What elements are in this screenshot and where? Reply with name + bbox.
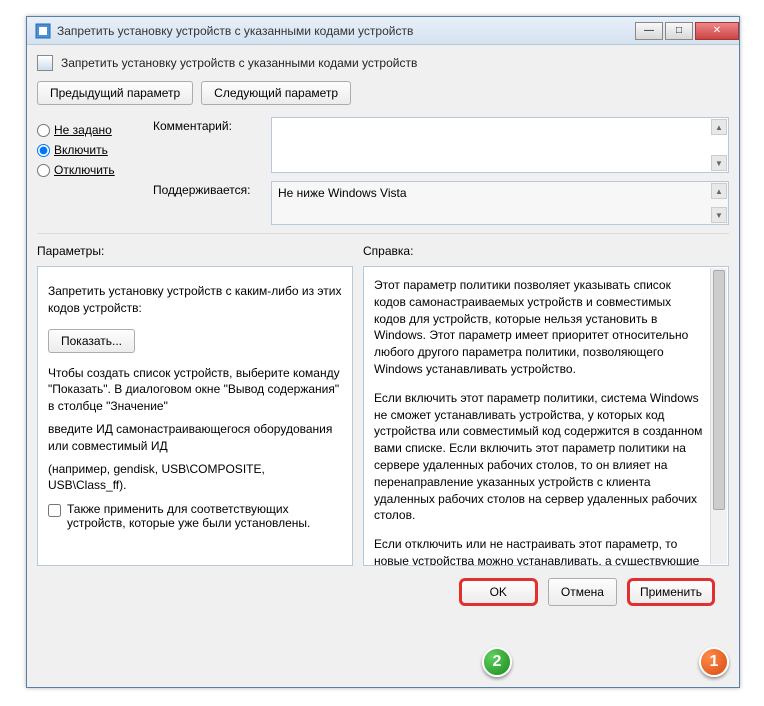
window-title: Запретить установку устройств с указанны… (57, 24, 633, 38)
apply-button[interactable]: Применить (627, 578, 715, 606)
help-text-3: Если отключить или не настраивать этот п… (374, 536, 704, 566)
radio-not-configured[interactable] (37, 124, 50, 137)
params-text-2: введите ИД самонастраивающегося оборудов… (48, 421, 342, 455)
annotation-marker-1: 1 (699, 647, 729, 677)
cancel-button[interactable]: Отмена (548, 578, 617, 606)
params-panel: Запретить установку устройств с каким-ли… (37, 266, 353, 566)
panels: Запретить установку устройств с каким-ли… (37, 266, 729, 566)
footer-buttons: OK Отмена Применить (37, 566, 729, 606)
params-label: Параметры: (37, 244, 363, 258)
radio-disabled[interactable] (37, 164, 50, 177)
policy-dialog: Запретить установку устройств с указанны… (26, 16, 740, 688)
help-text-2: Если включить этот параметр политики, си… (374, 390, 704, 524)
help-label: Справка: (363, 244, 413, 258)
annotation-marker-2: 2 (482, 647, 512, 677)
scrollbar-thumb[interactable] (713, 270, 725, 510)
supported-label: Поддерживается: (153, 181, 263, 225)
params-heading: Запретить установку устройств с каким-ли… (48, 283, 342, 317)
help-text-1: Этот параметр политики позволяет указыва… (374, 277, 704, 378)
window-buttons: — □ ✕ (633, 22, 739, 40)
prev-setting-button[interactable]: Предыдущий параметр (37, 81, 193, 105)
scroll-up-icon[interactable]: ▲ (711, 183, 727, 199)
nav-buttons: Предыдущий параметр Следующий параметр (37, 81, 729, 105)
divider (37, 233, 729, 234)
policy-header: Запретить установку устройств с указанны… (37, 55, 729, 71)
section-labels: Параметры: Справка: (37, 244, 729, 258)
app-icon (35, 23, 51, 39)
content-area: Запретить установку устройств с указанны… (27, 45, 739, 616)
show-button[interactable]: Показать... (48, 329, 135, 353)
maximize-button[interactable]: □ (665, 22, 693, 40)
apply-existing-label[interactable]: Также применить для соответствующих устр… (67, 502, 342, 530)
titlebar[interactable]: Запретить установку устройств с указанны… (27, 17, 739, 45)
params-text-1: Чтобы создать список устройств, выберите… (48, 365, 342, 415)
scroll-up-icon[interactable]: ▲ (711, 119, 727, 135)
policy-title: Запретить установку устройств с указанны… (61, 56, 417, 70)
label-disabled[interactable]: Отключить (54, 163, 115, 177)
supported-box: Не ниже Windows Vista ▲ ▼ (271, 181, 729, 225)
label-enabled[interactable]: Включить (54, 143, 108, 157)
next-setting-button[interactable]: Следующий параметр (201, 81, 351, 105)
state-radios: Не задано Включить Отключить (37, 117, 133, 225)
policy-icon (37, 55, 53, 71)
apply-existing-checkbox[interactable] (48, 504, 61, 517)
radio-enabled[interactable] (37, 144, 50, 157)
scrollbar[interactable] (710, 268, 727, 564)
scroll-down-icon[interactable]: ▼ (711, 207, 727, 223)
ok-button[interactable]: OK (459, 578, 538, 606)
comment-label: Комментарий: (153, 117, 263, 173)
label-not-configured[interactable]: Не задано (54, 123, 112, 137)
comment-textarea[interactable]: ▲ ▼ (271, 117, 729, 173)
close-button[interactable]: ✕ (695, 22, 739, 40)
config-row: Не задано Включить Отключить Комментарий… (37, 117, 729, 225)
supported-value: Не ниже Windows Vista (278, 186, 407, 200)
params-text-3: (например, gendisk, USB\COMPOSITE, USB\C… (48, 461, 342, 495)
fields-column: Комментарий: ▲ ▼ Поддерживается: Не ниже… (153, 117, 729, 225)
help-panel: Этот параметр политики позволяет указыва… (363, 266, 729, 566)
scroll-down-icon[interactable]: ▼ (711, 155, 727, 171)
minimize-button[interactable]: — (635, 22, 663, 40)
